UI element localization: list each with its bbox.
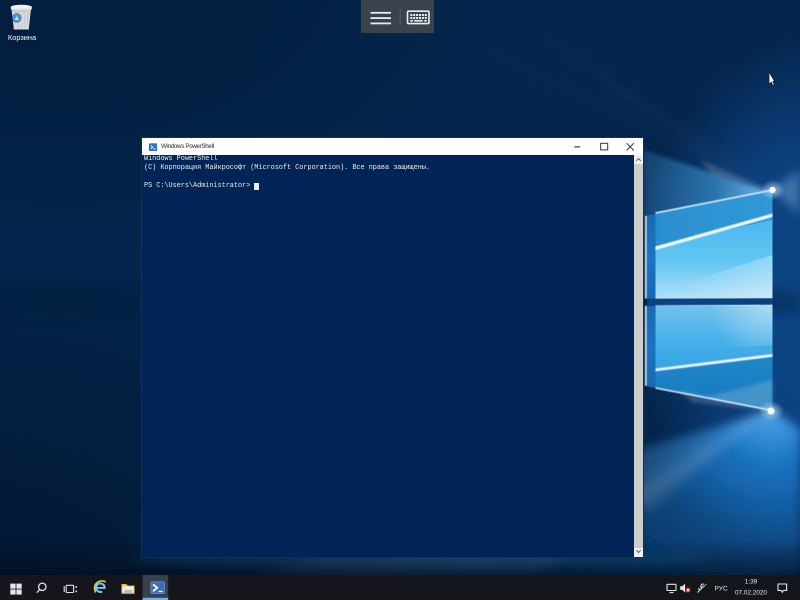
svg-text:Корзина: Корзина: [8, 33, 37, 42]
svg-text:РУС: РУС: [715, 585, 728, 592]
svg-text:07.02.2020: 07.02.2020: [735, 589, 767, 596]
svg-text:1:39: 1:39: [745, 579, 758, 586]
